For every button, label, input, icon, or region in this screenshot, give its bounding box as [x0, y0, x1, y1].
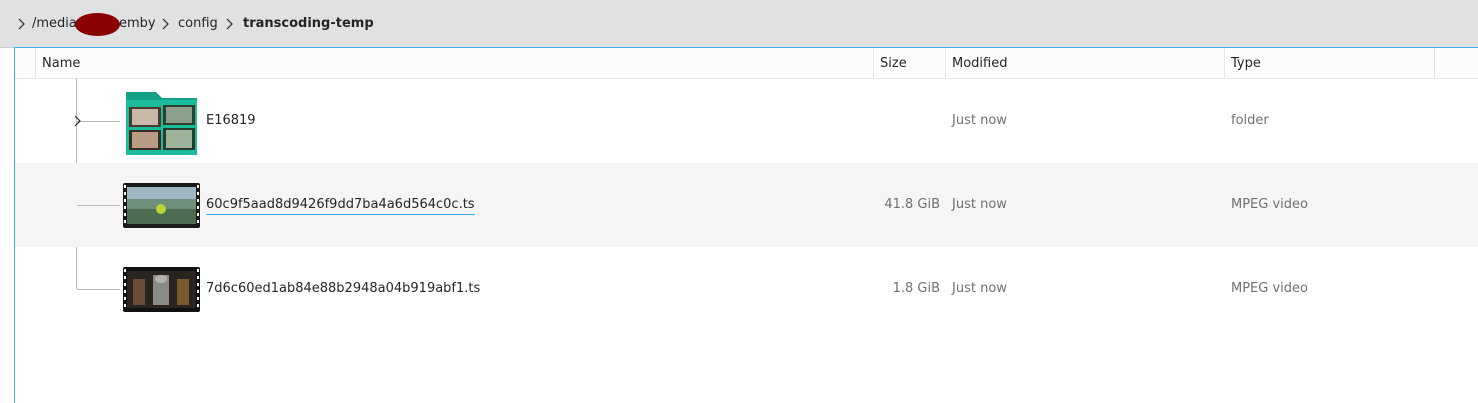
file-modified: Just now — [952, 281, 1007, 296]
file-modified: Just now — [952, 197, 1007, 212]
file-size: 41.8 GiB — [884, 197, 940, 212]
breadcrumb-segment-config[interactable]: config — [178, 16, 218, 32]
breadcrumb-segment-media[interactable]: /media — [32, 16, 77, 32]
column-header-type[interactable]: Type — [1224, 48, 1434, 78]
file-name[interactable]: 60c9f5aad8d9426f9dd7ba4a6d564c0c.ts — [206, 197, 475, 215]
video-thumbnail-icon — [123, 267, 200, 312]
breadcrumb: /media emby config transcoding-temp — [0, 0, 1478, 48]
chevron-right-icon — [162, 18, 169, 30]
breadcrumb-segment-emby[interactable]: emby — [119, 16, 156, 32]
expand-chevron-icon[interactable] — [72, 115, 84, 127]
file-name[interactable]: E16819 — [206, 113, 256, 129]
column-header-name[interactable]: Name — [35, 48, 873, 78]
list-item[interactable]: 60c9f5aad8d9426f9dd7ba4a6d564c0c.ts 41.8… — [15, 163, 1478, 247]
file-modified: Just now — [952, 113, 1007, 128]
column-header-modified[interactable]: Modified — [945, 48, 1224, 78]
column-header: Name Size Modified Type — [15, 48, 1478, 79]
list-item[interactable]: 7d6c60ed1ab84e88b2948a04b919abf1.ts 1.8 … — [15, 247, 1478, 331]
list-item[interactable]: E16819 Just now folder — [15, 79, 1478, 163]
video-thumbnail-icon — [123, 183, 200, 228]
file-type: folder — [1231, 113, 1269, 128]
file-name[interactable]: 7d6c60ed1ab84e88b2948a04b919abf1.ts — [206, 281, 480, 297]
file-list-view[interactable]: Name Size Modified Type E16819 Just now … — [14, 47, 1478, 403]
chevron-right-icon[interactable] — [14, 16, 30, 32]
file-size: 1.8 GiB — [892, 281, 940, 296]
redaction-mark — [75, 13, 120, 36]
file-type: MPEG video — [1231, 281, 1308, 296]
file-type: MPEG video — [1231, 197, 1308, 212]
column-header-filler — [1434, 48, 1478, 78]
folder-icon — [126, 92, 197, 155]
breadcrumb-current-folder[interactable]: transcoding-temp — [243, 16, 374, 32]
tree-branch-line — [77, 289, 120, 290]
tree-branch-line — [77, 205, 120, 206]
column-header-size[interactable]: Size — [873, 48, 945, 78]
chevron-right-icon — [226, 18, 233, 30]
